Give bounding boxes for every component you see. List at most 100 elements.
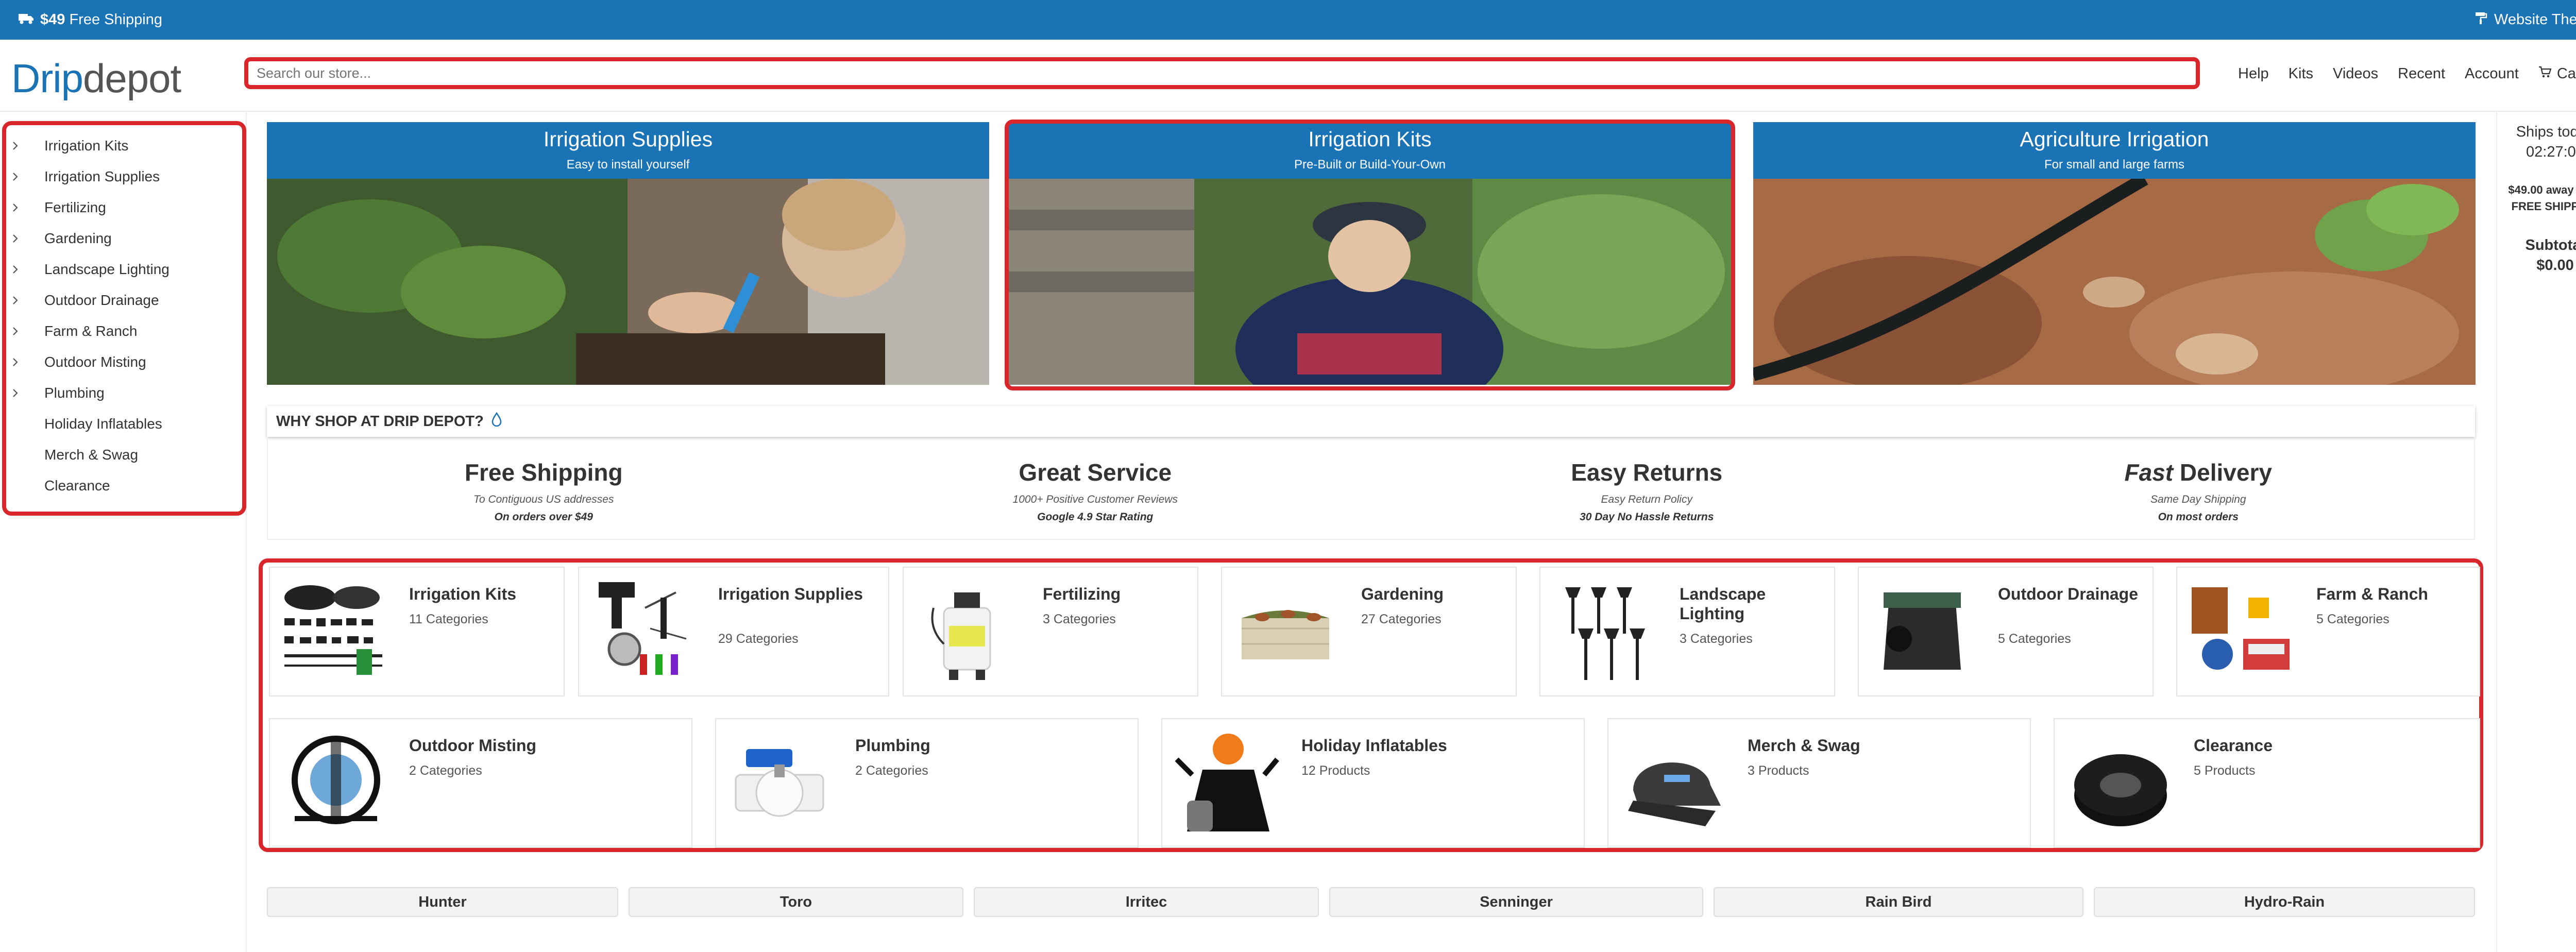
chevron-right-icon <box>6 327 44 336</box>
nav-kits[interactable]: Kits <box>2289 65 2313 82</box>
sidebar-item-irrigation-kits[interactable]: Irrigation Kits <box>6 130 242 161</box>
category-count: 3 Products <box>1748 763 1809 778</box>
banner-title: Irrigation Kits <box>1308 127 1432 151</box>
category-count: 12 Products <box>1301 763 1370 778</box>
category-grid: Irrigation Kits 11 Categories Irrigation… <box>259 558 2483 852</box>
free-shipping-notice[interactable]: $49 Free Shipping <box>19 11 162 28</box>
sidebar-item-plumbing[interactable]: Plumbing <box>6 378 242 409</box>
sidebar-item-irrigation-supplies[interactable]: Irrigation Supplies <box>6 161 242 192</box>
nav-help[interactable]: Help <box>2238 65 2269 82</box>
category-name: Merch & Swag <box>1748 736 1860 755</box>
product-image-catch-basin <box>1884 592 1961 670</box>
truck-icon <box>19 11 34 28</box>
category-count: 3 Categories <box>1043 612 1116 626</box>
banner-title: Agriculture Irrigation <box>2020 127 2209 151</box>
sidebar-item-merch-swag[interactable]: Merch & Swag <box>6 439 242 470</box>
product-image-irrigation-kits <box>284 585 382 675</box>
category-name: Outdoor Drainage <box>1998 585 2139 603</box>
search-input[interactable] <box>248 61 2196 85</box>
category-card-holiday-inflatables[interactable]: Holiday Inflatables 12 Products <box>1161 718 1585 848</box>
brand-button-senninger[interactable]: Senninger <box>1329 887 1703 917</box>
feature-free-shipping: Free Shipping To Contiguous US addresses… <box>464 459 623 523</box>
brand-button-hydro-rain[interactable]: Hydro-Rain <box>2094 887 2475 917</box>
product-image-misting-kit <box>292 736 380 824</box>
category-card-gardening[interactable]: Gardening 27 Categories <box>1221 567 1517 696</box>
website-theme-label: Website Theme <box>2494 11 2576 28</box>
banner-agriculture-irrigation[interactable]: Agriculture Irrigation For small and lar… <box>1753 122 2476 385</box>
chevron-right-icon <box>6 358 44 367</box>
feature-strip: Free Shipping To Contiguous US addresses… <box>267 437 2475 540</box>
cart-icon <box>2538 65 2552 82</box>
shipping-countdown-panel: Ships today 02:27:06 $49.00 away from FR… <box>2499 124 2576 274</box>
feature-great-service: Great Service 1000+ Positive Customer Re… <box>1012 459 1178 523</box>
brand-button-rain-bird[interactable]: Rain Bird <box>1714 887 2083 917</box>
sidebar-item-outdoor-misting[interactable]: Outdoor Misting <box>6 347 242 378</box>
site-header: Dripdepot Help Kits Videos Recent Accoun… <box>0 40 2576 112</box>
category-card-clearance[interactable]: Clearance 5 Products <box>2054 718 2480 848</box>
sidebar-item-fertilizing[interactable]: Fertilizing <box>6 192 242 223</box>
product-image-fertilizer-injector <box>931 592 991 680</box>
sidebar-item-gardening[interactable]: Gardening <box>6 223 242 254</box>
ships-countdown-timer: 02:27:06 <box>2526 144 2576 160</box>
sidebar-item-landscape-lighting[interactable]: Landscape Lighting <box>6 254 242 285</box>
chevron-right-icon <box>6 141 44 150</box>
category-count: 29 Categories <box>718 632 799 646</box>
banner-irrigation-supplies[interactable]: Irrigation Supplies Easy to install your… <box>267 122 989 385</box>
category-name: Outdoor Misting <box>409 736 537 755</box>
ships-today-label: Ships today <box>2516 124 2576 140</box>
category-card-farm-ranch[interactable]: Farm & Ranch 5 Categories <box>2176 567 2480 696</box>
category-count: 2 Categories <box>409 763 482 778</box>
product-image-path-lights <box>1565 587 1645 680</box>
banner-photo-planting <box>267 179 989 385</box>
category-card-plumbing[interactable]: Plumbing 2 Categories <box>715 718 1139 848</box>
sidebar-item-outdoor-drainage[interactable]: Outdoor Drainage <box>6 285 242 316</box>
subtotal-value: $0.00 <box>2536 257 2574 274</box>
nav-recent[interactable]: Recent <box>2398 65 2445 82</box>
free-shipping-remaining: $49.00 away from <box>2508 183 2576 196</box>
nav-account[interactable]: Account <box>2465 65 2519 82</box>
banner-irrigation-kits[interactable]: Irrigation Kits Pre-Built or Build-Your-… <box>1009 122 1731 385</box>
shipping-amount: $49 <box>40 11 65 28</box>
brand-button-hunter[interactable]: Hunter <box>267 887 618 917</box>
brand-button-toro[interactable]: Toro <box>629 887 963 917</box>
paint-roller-icon <box>2475 11 2488 29</box>
free-shipping-label: FREE SHIPPING <box>2511 200 2576 213</box>
feature-easy-returns: Easy Returns Easy Return Policy 30 Day N… <box>1571 459 1723 523</box>
category-card-irrigation-supplies[interactable]: Irrigation Supplies 29 Categories <box>578 567 889 696</box>
nav-videos[interactable]: Videos <box>2333 65 2378 82</box>
product-image-halloween-inflatable <box>1175 734 1279 831</box>
category-card-fertilizing[interactable]: Fertilizing 3 Categories <box>903 567 1198 696</box>
nav-cart[interactable]: Cart 0 <box>2538 65 2576 82</box>
banner-subtitle: Easy to install yourself <box>566 158 690 172</box>
category-name: Irrigation Kits <box>409 585 517 603</box>
header-nav: Help Kits Videos Recent Account Cart 0 <box>2238 65 2576 82</box>
sidebar-item-farm-ranch[interactable]: Farm & Ranch <box>6 316 242 347</box>
sidebar-item-clearance[interactable]: Clearance <box>6 470 242 501</box>
category-count: 3 Categories <box>1680 632 1753 646</box>
category-card-outdoor-drainage[interactable]: Outdoor Drainage 5 Categories <box>1858 567 2154 696</box>
website-theme-toggle[interactable]: Website Theme <box>2475 11 2576 29</box>
category-card-irrigation-kits[interactable]: Irrigation Kits 11 Categories <box>269 567 565 696</box>
why-shop-heading: WHY SHOP AT DRIP DEPOT? <box>267 406 2475 437</box>
search-box <box>244 57 2200 89</box>
product-image-raised-bed <box>1242 610 1329 659</box>
category-name: Irrigation Supplies <box>718 585 863 603</box>
category-card-landscape-lighting[interactable]: Landscape Lighting 3 Categories <box>1539 567 1835 696</box>
category-name: Plumbing <box>855 736 930 755</box>
category-count: 5 Categories <box>2316 612 2389 626</box>
sidebar-item-holiday-inflatables[interactable]: Holiday Inflatables <box>6 409 242 439</box>
dripdepot-logo[interactable]: Dripdepot <box>11 55 181 102</box>
feature-fast-delivery: Fast Delivery Same Day Shipping On most … <box>2124 459 2272 523</box>
category-name: Fertilizing <box>1043 585 1121 603</box>
banner-title: Irrigation Supplies <box>543 127 713 151</box>
product-image-ball-valve <box>735 749 824 817</box>
category-card-merch-swag[interactable]: Merch & Swag 3 Products <box>1607 718 2031 848</box>
brand-button-irritec[interactable]: Irritec <box>974 887 1319 917</box>
category-name: Clearance <box>2194 736 2273 755</box>
top-announcement-bar: $49 Free Shipping Website Theme <box>0 0 2576 40</box>
category-name: Gardening <box>1361 585 1444 603</box>
category-card-outdoor-misting[interactable]: Outdoor Misting 2 Categories <box>269 718 692 848</box>
category-count: 27 Categories <box>1361 612 1442 626</box>
category-name: Holiday Inflatables <box>1301 736 1447 755</box>
water-drop-icon <box>491 412 502 431</box>
